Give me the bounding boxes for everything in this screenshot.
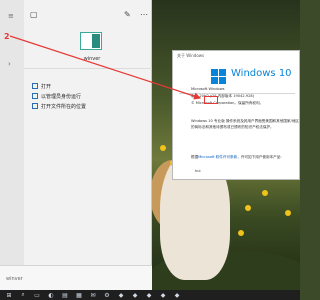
app-tile-inner xyxy=(92,34,100,48)
task-view-icon[interactable]: ▭ xyxy=(30,290,44,300)
search-bar xyxy=(0,265,152,290)
open-icon xyxy=(32,83,38,89)
flower xyxy=(285,210,291,216)
shield-icon xyxy=(32,93,38,99)
app-name: winver xyxy=(83,56,101,62)
flower xyxy=(262,190,268,196)
app-icon[interactable]: ◆ xyxy=(142,290,156,300)
flower xyxy=(238,230,244,236)
licensed-user: hui xyxy=(195,169,201,173)
pin-icon[interactable]: ✎ xyxy=(124,10,131,19)
chevron-right-icon[interactable]: › xyxy=(8,60,11,68)
start-menu-top-bar: ▢ ✎ ⋯ xyxy=(24,10,152,22)
about-windows-dialog: 关于 Windows Windows 10 Microsoft Windows … xyxy=(172,50,300,180)
store-icon[interactable]: ▦ xyxy=(72,290,86,300)
app-tile[interactable] xyxy=(80,32,102,50)
folder-icon xyxy=(32,103,38,109)
windows-logo-text: Windows 10 xyxy=(231,68,292,79)
app-icon[interactable]: ◆ xyxy=(128,290,142,300)
flower xyxy=(245,205,251,211)
menu-item-label: 以管理员身份运行 xyxy=(41,93,82,100)
settings-icon[interactable]: ⚙ xyxy=(100,290,114,300)
license-link[interactable]: Microsoft 软件许可条款 xyxy=(198,155,237,159)
version-line: 版本 20H2 (OS 内部版本 19042.928) xyxy=(191,94,255,98)
windows-logo-icon xyxy=(211,69,227,85)
edge-icon[interactable]: ◐ xyxy=(44,290,58,300)
dialog-titlebar: 关于 Windows xyxy=(173,51,301,60)
product-name: Microsoft Windows xyxy=(191,87,225,91)
flower xyxy=(160,145,166,151)
more-icon[interactable]: ⋯ xyxy=(140,10,148,19)
menu-item-open[interactable]: 打开 xyxy=(32,82,51,90)
start-icon[interactable]: ⊞ xyxy=(2,290,16,300)
logo-pane xyxy=(211,77,218,84)
menu-item-open-file-location[interactable]: 打开文件所在的位置 xyxy=(32,102,86,110)
start-menu-divider xyxy=(24,68,152,69)
logo-pane xyxy=(211,69,218,76)
annotation-highlight-box xyxy=(204,96,218,104)
menu-item-run-as-admin[interactable]: 以管理员身份运行 xyxy=(32,92,81,100)
mail-icon[interactable]: ✉ xyxy=(86,290,100,300)
taskbar: ⊞ ⌕ ▭ ◐ ▤ ▦ ✉ ⚙ ◆ ◆ ◆ ◆ ◆ xyxy=(0,290,300,300)
logo-pane xyxy=(219,69,226,76)
license-suffix: ，许可如下用户使用本产品: xyxy=(237,155,282,159)
document-icon[interactable]: ▢ xyxy=(30,10,38,19)
body-line: Windows 10 专业版 操作系统及其用户界面受美国和其他国家/地区 xyxy=(191,119,299,123)
app-icon[interactable]: ◆ xyxy=(156,290,170,300)
menu-item-label: 打开文件所在的位置 xyxy=(41,103,87,110)
copyright-line: © Microsoft Corporation。保留所有权利。 xyxy=(191,101,264,105)
search-input[interactable] xyxy=(6,274,96,283)
hamburger-icon[interactable]: ≡ xyxy=(8,12,14,20)
app-icon[interactable]: ◆ xyxy=(170,290,184,300)
license-line: 根据Microsoft 软件许可条款，许可如下用户使用本产品: xyxy=(191,155,282,160)
logo-pane xyxy=(219,77,226,84)
dialog-title: 关于 Windows xyxy=(177,53,205,58)
start-menu: ≡ › ▢ ✎ ⋯ winver 打开 以管理员身份运行 打开文件所在的位置 xyxy=(0,0,152,265)
app-icon[interactable]: ◆ xyxy=(114,290,128,300)
search-icon[interactable]: ⌕ xyxy=(16,290,30,300)
menu-item-label: 打开 xyxy=(41,83,52,90)
annotation-step-label: 2 xyxy=(4,32,10,41)
body-line: 的商标法和其他待颁布或已颁布的知识产权法保护。 xyxy=(191,125,274,129)
explorer-icon[interactable]: ▤ xyxy=(58,290,72,300)
